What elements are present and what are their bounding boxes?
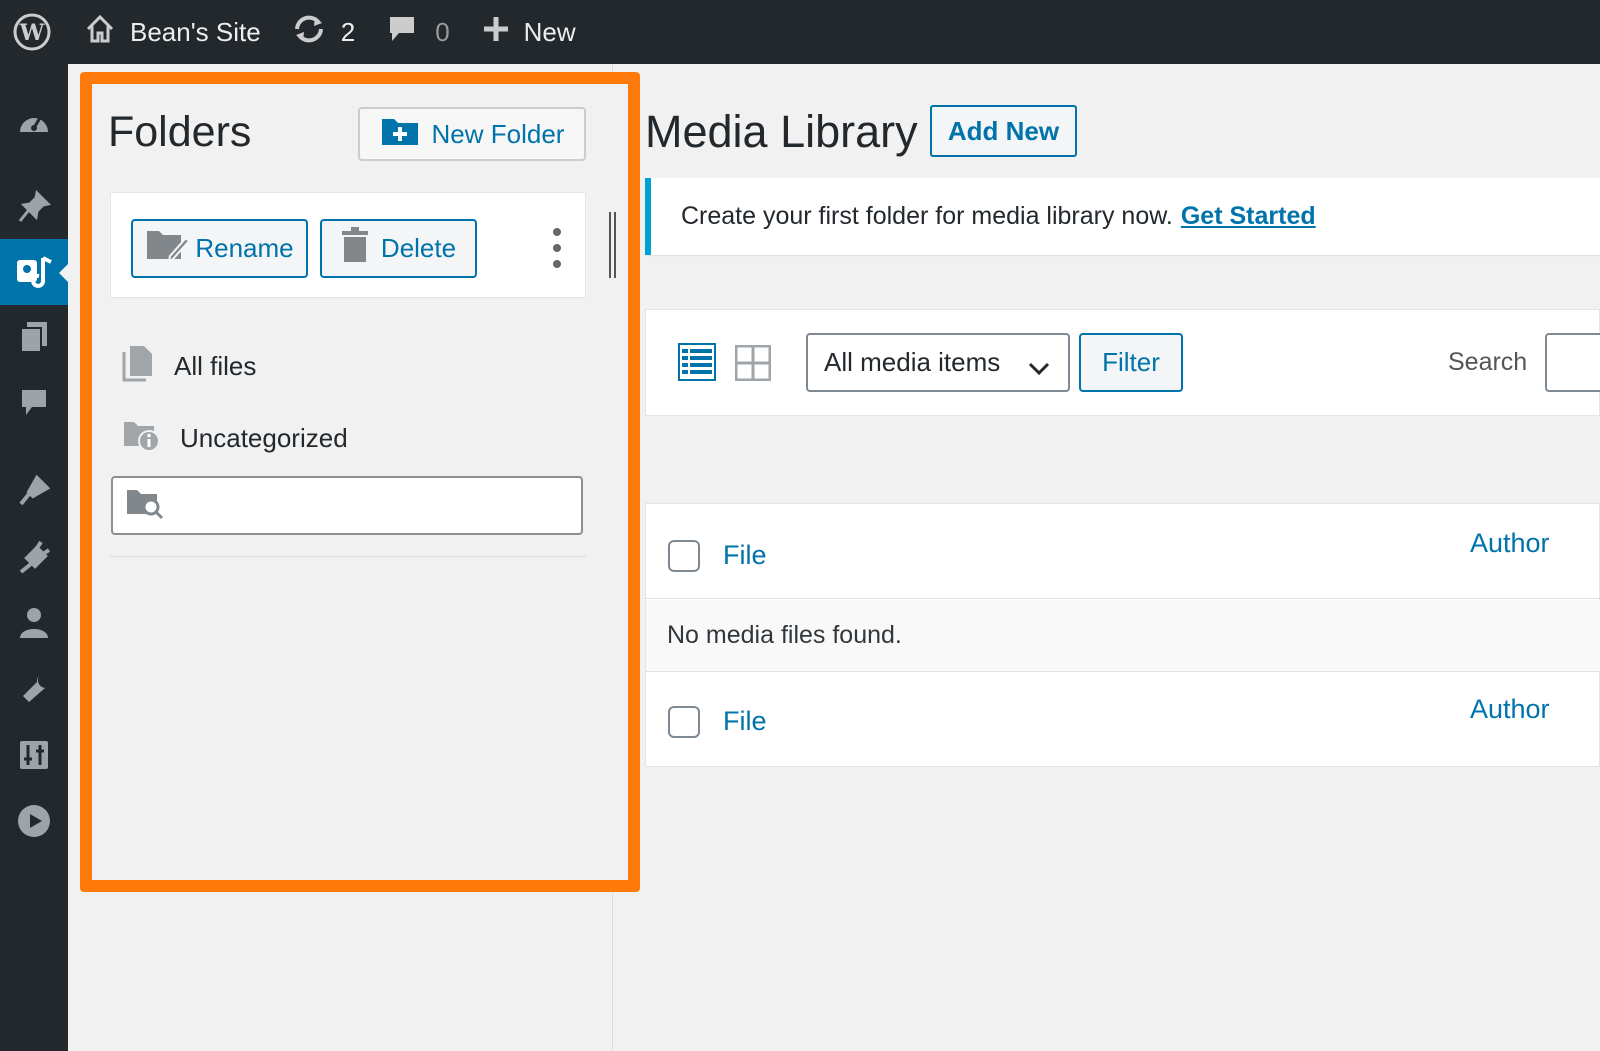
author-column-footer[interactable]: Author <box>1470 694 1550 725</box>
refresh-icon <box>291 13 327 52</box>
page-title: Media Library <box>645 106 918 157</box>
new-folder-label: New Folder <box>431 118 565 149</box>
comments-icon[interactable] <box>0 370 68 436</box>
rename-button[interactable]: Rename <box>131 219 308 278</box>
media-icon[interactable] <box>0 239 68 305</box>
chevron-down-icon <box>1028 353 1050 384</box>
empty-row: No media files found. <box>646 600 1600 672</box>
folder-plus-icon <box>380 115 420 154</box>
panel-resize-handle[interactable] <box>606 212 618 278</box>
media-type-value: All media items <box>824 347 1001 377</box>
folder-item-all-files[interactable]: All files <box>122 344 256 389</box>
comment-bubble-icon <box>387 14 417 51</box>
dashboard-icon[interactable] <box>0 88 68 154</box>
appearance-brush-icon[interactable] <box>0 458 68 524</box>
home-icon <box>84 13 116 52</box>
posts-pin-icon[interactable] <box>0 174 68 240</box>
new-folder-button[interactable]: New Folder <box>358 107 586 161</box>
folder-item-uncategorized[interactable]: Uncategorized <box>122 418 348 459</box>
play-icon[interactable] <box>0 788 68 854</box>
trash-icon <box>341 227 369 270</box>
search-label: Search <box>1448 348 1528 376</box>
admin-bar: W Bean's Site 2 0 New <box>0 0 1600 64</box>
folder-notice: Create your first folder for media libra… <box>645 178 1600 255</box>
folder-item-label: Uncategorized <box>180 423 348 453</box>
wordpress-logo-icon[interactable]: W <box>0 0 64 64</box>
plus-icon <box>482 15 510 50</box>
new-label: New <box>523 16 576 47</box>
plugins-icon[interactable] <box>0 524 68 590</box>
settings-sliders-icon[interactable] <box>0 722 68 788</box>
add-new-button[interactable]: Add New <box>930 105 1077 157</box>
delete-label: Delete <box>380 233 457 263</box>
folders-title: Folders <box>108 108 252 156</box>
empty-message: No media files found. <box>667 621 902 649</box>
svg-text:W: W <box>19 20 45 46</box>
comments-count: 0 <box>435 16 450 47</box>
folders-divider <box>110 556 586 557</box>
filter-button[interactable]: Filter <box>1079 333 1183 392</box>
folder-edit-icon <box>145 227 191 270</box>
folder-search-icon <box>125 486 165 525</box>
select-all-checkbox[interactable] <box>668 540 700 572</box>
updates-count: 2 <box>340 16 356 47</box>
notice-text: Create your first folder for media libra… <box>681 202 1173 230</box>
media-search-input[interactable] <box>1545 333 1600 392</box>
folder-search-input[interactable] <box>111 476 583 535</box>
users-icon[interactable] <box>0 590 68 656</box>
updates-link[interactable]: 2 <box>291 0 355 64</box>
author-column-header[interactable]: Author <box>1470 528 1550 559</box>
list-view-icon[interactable] <box>678 343 716 386</box>
file-icon <box>122 344 154 389</box>
folder-info-icon <box>122 418 160 459</box>
table-header-row <box>645 503 1600 599</box>
admin-sidebar <box>0 64 68 1051</box>
grid-view-icon[interactable] <box>734 344 772 386</box>
file-column-header[interactable]: File <box>723 540 767 571</box>
folder-item-label: All files <box>174 351 257 381</box>
rename-label: Rename <box>195 233 294 263</box>
new-content-link[interactable]: New <box>482 0 576 64</box>
select-all-checkbox-footer[interactable] <box>668 706 700 738</box>
site-name-link[interactable]: Bean's Site <box>84 0 261 64</box>
site-name-label: Bean's Site <box>130 16 261 47</box>
get-started-link[interactable]: Get Started <box>1181 202 1316 231</box>
more-options-icon[interactable] <box>548 228 566 268</box>
comments-link[interactable]: 0 <box>387 0 450 64</box>
delete-button[interactable]: Delete <box>320 219 477 278</box>
file-column-footer[interactable]: File <box>723 706 767 737</box>
tools-wrench-icon[interactable] <box>0 656 68 722</box>
pages-icon[interactable] <box>0 304 68 370</box>
media-type-select[interactable]: All media items <box>806 333 1070 392</box>
